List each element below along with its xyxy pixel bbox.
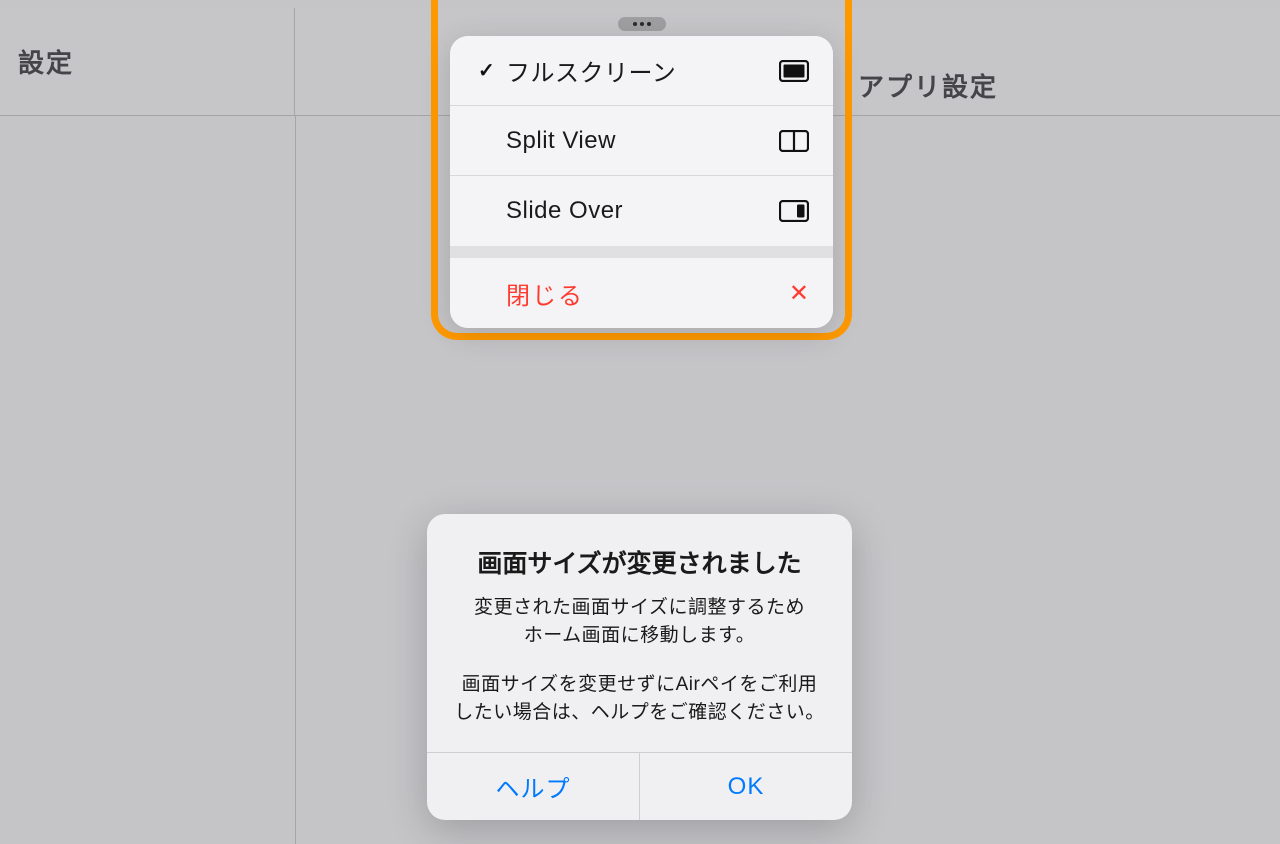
multitasking-menu-highlight: ✓ フルスクリーン Split View Slide Over 閉じる ✕ <box>431 0 852 340</box>
alert-button-row: ヘルプ OK <box>427 752 852 820</box>
alert-title: 画面サイズが変更されました <box>449 544 830 580</box>
dot-icon <box>640 22 644 26</box>
alert-dialog: 画面サイズが変更されました 変更された画面サイズに調整するため ホーム画面に移動… <box>427 514 852 820</box>
dot-icon <box>647 22 651 26</box>
menu-item-slideover[interactable]: Slide Over <box>450 176 833 246</box>
menu-separator <box>450 246 833 258</box>
alert-line: 変更された画面サイズに調整するため <box>474 597 805 618</box>
dot-icon <box>633 22 637 26</box>
settings-title: 設定 <box>18 43 74 80</box>
menu-item-close[interactable]: 閉じる ✕ <box>450 258 833 328</box>
sidebar-header: 設定 <box>0 8 295 116</box>
split-view-icon <box>777 130 809 152</box>
menu-item-fullscreen[interactable]: ✓ フルスクリーン <box>450 36 833 106</box>
close-label: 閉じる <box>506 276 789 311</box>
menu-item-label: フルスクリーン <box>500 53 777 88</box>
app-settings-title: アプリ設定 <box>858 67 998 104</box>
multitasking-grabber[interactable] <box>618 17 666 31</box>
menu-item-splitview[interactable]: Split View <box>450 106 833 176</box>
fullscreen-icon <box>777 60 809 82</box>
alert-line: ホーム画面に移動します。 <box>524 625 756 646</box>
slide-over-icon <box>777 200 809 222</box>
help-button[interactable]: ヘルプ <box>427 753 640 820</box>
ok-button[interactable]: OK <box>640 753 852 820</box>
alert-message: 変更された画面サイズに調整するため ホーム画面に移動します。 画面サイズを変更せ… <box>449 594 830 726</box>
menu-item-label: Split View <box>500 127 777 155</box>
alert-line: 画面サイズを変更せずにAirペイをご利用 <box>462 674 818 695</box>
alert-body: 画面サイズが変更されました 変更された画面サイズに調整するため ホーム画面に移動… <box>427 514 852 752</box>
multitasking-menu: ✓ フルスクリーン Split View Slide Over 閉じる ✕ <box>450 36 833 328</box>
close-icon: ✕ <box>789 279 809 308</box>
menu-item-label: Slide Over <box>500 197 777 225</box>
button-label: ヘルプ <box>496 769 571 804</box>
button-label: OK <box>728 773 765 801</box>
checkmark-icon: ✓ <box>478 58 500 83</box>
alert-line: したい場合は、ヘルプをご確認ください。 <box>454 702 825 723</box>
